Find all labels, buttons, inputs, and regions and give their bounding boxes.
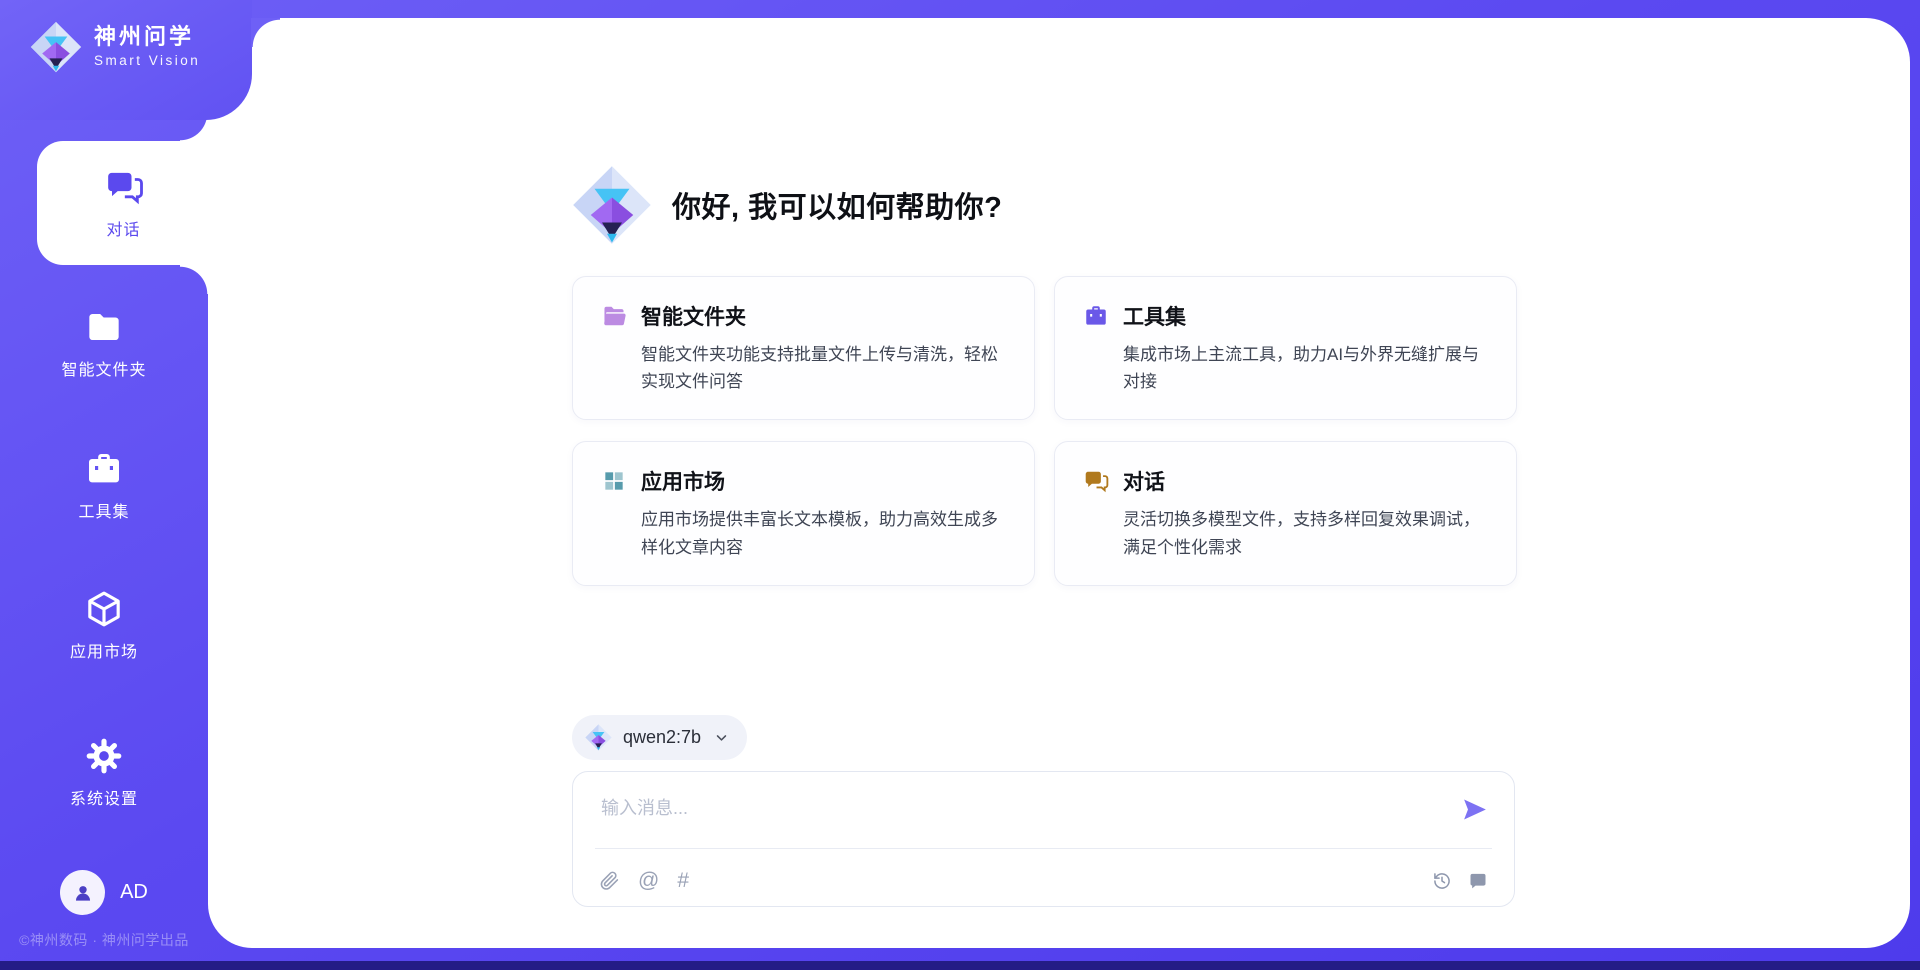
user-initials: AD — [120, 881, 148, 904]
person-icon — [70, 880, 96, 906]
sidebar-item-toolset[interactable]: 工具集 — [0, 449, 208, 522]
briefcase-icon — [84, 449, 124, 489]
composer-tools: @ # — [599, 870, 689, 891]
card-head: 工具集 — [1083, 301, 1488, 331]
card-description: 灵活切换多模型文件，支持多样回复效果调试，满足个性化需求 — [1123, 506, 1488, 560]
send-button[interactable] — [1460, 795, 1489, 824]
chat-icon — [104, 167, 144, 207]
bottom-edge-strip — [0, 961, 1920, 970]
attachment-icon[interactable] — [599, 870, 620, 891]
brand-text: 神州问学 Smart Vision — [94, 26, 200, 68]
card-title: 对话 — [1123, 466, 1165, 496]
sidebar-item-label: 工具集 — [78, 498, 129, 522]
sidebar-item-label: 系统设置 — [70, 785, 138, 809]
sidebar-item-app-market[interactable]: 应用市场 — [0, 589, 208, 662]
sidebar-item-settings[interactable]: 系统设置 — [0, 736, 208, 809]
brand-title: 神州问学 — [94, 26, 200, 48]
chat-icon — [1083, 468, 1109, 494]
hashtag-icon[interactable]: # — [677, 870, 689, 891]
logo-bubble-fillet — [251, 18, 280, 47]
cube-icon — [84, 589, 124, 629]
card-toolset[interactable]: 工具集 集成市场上主流工具，助力AI与外界无缝扩展与对接 — [1054, 276, 1517, 420]
card-description: 应用市场提供丰富长文本模板，助力高效生成多样化文章内容 — [641, 506, 1006, 560]
greeting-title: 你好, 我可以如何帮助你? — [672, 184, 1002, 226]
composer-right-tools — [1432, 871, 1488, 891]
grid-icon — [601, 468, 627, 494]
brand-subtitle: Smart Vision — [94, 54, 200, 68]
message-icon[interactable] — [1468, 871, 1488, 891]
card-head: 应用市场 — [601, 466, 1006, 496]
greeting-hero: 你好, 我可以如何帮助你? — [572, 165, 1002, 245]
sidebar-item-label: 智能文件夹 — [61, 356, 146, 380]
chevron-down-icon — [712, 728, 731, 747]
history-icon[interactable] — [1432, 871, 1452, 891]
composer-divider — [595, 848, 1492, 849]
user-profile[interactable]: AD — [0, 870, 208, 915]
card-chat[interactable]: 对话 灵活切换多模型文件，支持多样回复效果调试，满足个性化需求 — [1054, 441, 1517, 585]
copyright-footer: ©神州数码 · 神州问学出品 — [0, 930, 208, 950]
card-app-market[interactable]: 应用市场 应用市场提供丰富长文本模板，助力高效生成多样化文章内容 — [572, 441, 1035, 585]
card-head: 智能文件夹 — [601, 301, 1006, 331]
card-head: 对话 — [1083, 466, 1488, 496]
folder-icon — [601, 303, 627, 329]
folder-icon — [84, 307, 124, 347]
feature-cards: 智能文件夹 智能文件夹功能支持批量文件上传与清洗，轻松实现文件问答 工具集 集成… — [572, 276, 1517, 586]
card-description: 智能文件夹功能支持批量文件上传与清洗，轻松实现文件问答 — [641, 341, 1006, 395]
send-icon — [1460, 795, 1489, 824]
avatar — [60, 870, 105, 915]
card-description: 集成市场上主流工具，助力AI与外界无缝扩展与对接 — [1123, 341, 1488, 395]
brand: 神州问学 Smart Vision — [30, 21, 200, 73]
brand-logo-icon — [30, 21, 82, 73]
sidebar-item-chat[interactable]: 对话 — [37, 141, 210, 265]
gear-icon — [84, 736, 124, 776]
sidebar-item-label: 对话 — [106, 216, 140, 240]
active-tab-fillet-bottom — [180, 265, 209, 294]
main-panel: 你好, 我可以如何帮助你? 智能文件夹 智能文件夹功能支持批量文件上传与清洗，轻… — [208, 18, 1910, 948]
model-logo-icon — [585, 724, 612, 751]
brand-logo-icon — [572, 165, 652, 245]
model-selector[interactable]: qwen2:7b — [572, 715, 747, 760]
card-title: 智能文件夹 — [641, 301, 746, 331]
model-name: qwen2:7b — [623, 727, 701, 748]
message-input[interactable] — [599, 792, 1439, 838]
mention-icon[interactable]: @ — [638, 870, 659, 891]
card-title: 工具集 — [1123, 301, 1186, 331]
card-title: 应用市场 — [641, 466, 725, 496]
card-smart-folder[interactable]: 智能文件夹 智能文件夹功能支持批量文件上传与清洗，轻松实现文件问答 — [572, 276, 1035, 420]
composer: @ # — [572, 771, 1515, 907]
sidebar-item-smart-folder[interactable]: 智能文件夹 — [0, 307, 208, 380]
sidebar-item-label: 应用市场 — [70, 638, 138, 662]
briefcase-icon — [1083, 303, 1109, 329]
